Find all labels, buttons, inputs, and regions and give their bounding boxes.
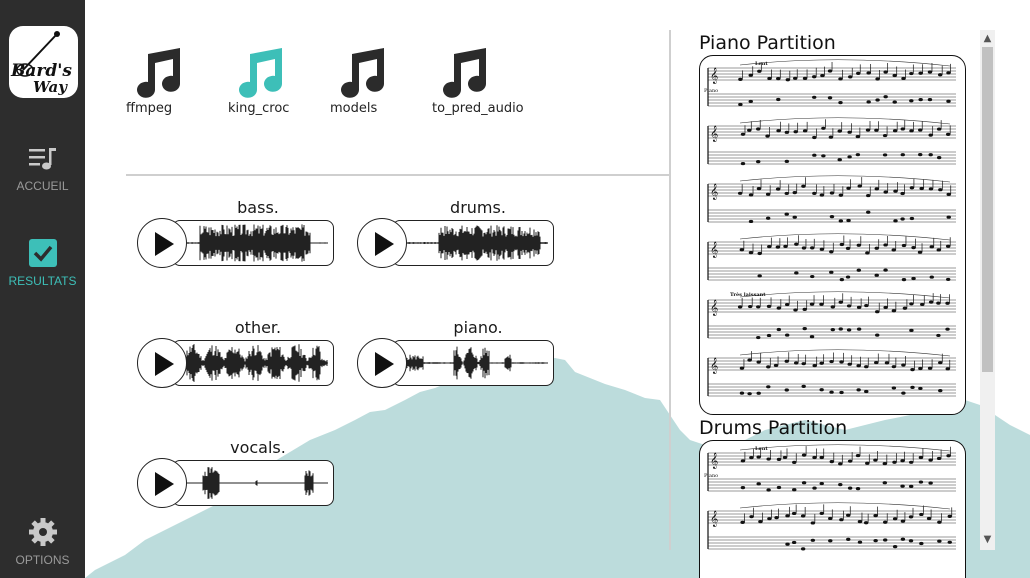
stem-title: piano. xyxy=(453,318,503,337)
checkbox-icon xyxy=(28,239,57,267)
svg-text:𝄞: 𝄞 xyxy=(710,184,718,200)
drums-partition-sheet[interactable]: 𝄞 𝄞 Lent Piano xyxy=(699,440,966,578)
panel-divider xyxy=(669,30,671,550)
section-marking: Très laissant xyxy=(730,291,766,298)
nav-options[interactable]: OPTIONS xyxy=(0,517,85,567)
svg-text:Way: Way xyxy=(33,78,68,96)
tempo-marking: Lent xyxy=(755,61,768,67)
music-note-icon xyxy=(239,48,282,98)
section-divider xyxy=(126,174,669,176)
svg-text:𝄞: 𝄞 xyxy=(710,358,718,374)
svg-text:𝄞: 𝄞 xyxy=(710,453,718,469)
folder-king-croc[interactable]: king_croc xyxy=(228,46,289,116)
sheet-music: 𝄞 𝄞 𝄞 𝄞 𝄞 𝄞 Lent Piano Très laissant xyxy=(704,59,956,397)
gear-icon xyxy=(28,518,57,546)
waveform-path xyxy=(182,467,328,499)
stem-player-piano: piano. xyxy=(357,318,559,390)
waveform xyxy=(182,467,328,499)
play-button[interactable] xyxy=(137,338,187,388)
waveform-path xyxy=(182,344,328,382)
svg-text:𝄞: 𝄞 xyxy=(710,68,718,84)
music-note-icon xyxy=(341,48,384,98)
stem-player-other: other. xyxy=(137,318,339,390)
scroll-down-arrow[interactable]: ▼ xyxy=(980,532,995,547)
stem-title: drums. xyxy=(450,198,506,217)
play-button[interactable] xyxy=(357,338,407,388)
folder-models[interactable]: models xyxy=(330,46,388,116)
waveform xyxy=(402,346,548,380)
svg-text:𝄞: 𝄞 xyxy=(710,300,718,316)
stem-player-bass: bass. xyxy=(137,198,339,270)
stem-title: vocals. xyxy=(230,438,286,457)
stem-player-drums: drums. xyxy=(357,198,559,270)
scroll-up-arrow[interactable]: ▲ xyxy=(980,31,995,46)
piano-partition-sheet[interactable]: 𝄞 𝄞 𝄞 𝄞 𝄞 𝄞 Lent Piano Très laissant xyxy=(699,55,966,415)
nav-options-label: OPTIONS xyxy=(15,553,70,567)
guitar-icon: Bard's Way xyxy=(10,31,72,96)
waveform-path xyxy=(402,346,548,380)
waveform xyxy=(402,225,548,261)
stem-title: other. xyxy=(234,318,282,337)
music-note-icon xyxy=(137,48,180,98)
drums-partition-title: Drums Partition xyxy=(699,417,848,439)
sidebar: Bard's Way ACCUEIL RESULTATS OPTIONS xyxy=(0,0,85,578)
nav-accueil[interactable]: ACCUEIL xyxy=(0,145,85,193)
nav-accueil-label: ACCUEIL xyxy=(16,179,69,193)
instrument-label: Piano xyxy=(704,473,718,479)
play-button[interactable] xyxy=(357,218,407,268)
play-button[interactable] xyxy=(137,218,187,268)
piano-partition-title: Piano Partition xyxy=(699,32,836,54)
tempo-marking: Lent xyxy=(755,446,768,452)
waveform-path xyxy=(402,225,548,261)
nav-resultats-label: RESULTATS xyxy=(8,274,77,288)
waveform xyxy=(182,224,328,262)
music-note-icon xyxy=(443,48,486,98)
sheet-music: 𝄞 𝄞 Lent Piano xyxy=(704,444,956,551)
scrollbar-thumb[interactable] xyxy=(982,47,993,372)
svg-text:𝄞: 𝄞 xyxy=(710,242,718,258)
nav-resultats[interactable]: RESULTATS xyxy=(0,238,85,288)
instrument-label: Piano xyxy=(704,88,718,94)
waveform-path xyxy=(182,224,328,262)
folder-ffmpeg[interactable]: ffmpeg xyxy=(126,46,184,116)
svg-text:𝄞: 𝄞 xyxy=(710,511,718,527)
svg-text:𝄞: 𝄞 xyxy=(710,126,718,142)
folder-to-pred-audio[interactable]: to_pred_audio xyxy=(432,46,524,116)
stem-title: bass. xyxy=(237,198,279,217)
music-list-icon xyxy=(28,148,56,170)
play-button[interactable] xyxy=(137,458,187,508)
stem-player-vocals: vocals. xyxy=(137,438,339,510)
waveform xyxy=(182,344,328,382)
bards-way-logo: Bard's Way xyxy=(9,26,78,98)
